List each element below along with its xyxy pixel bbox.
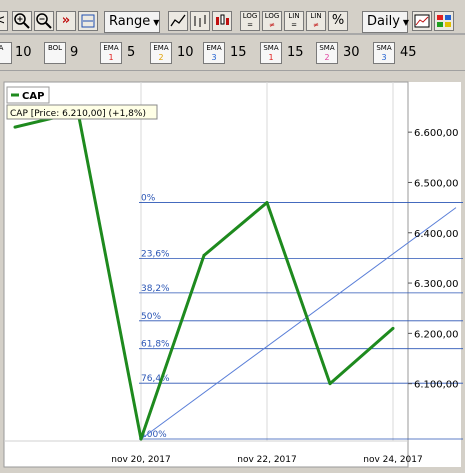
indicator-sub: 2 [158,53,164,62]
data-point [202,253,206,257]
indicator-name: SMA [319,44,335,52]
x-tick-label: nov 20, 2017 [111,455,170,465]
y-tick-label: 6.300,00 [414,279,459,290]
range-label: Range [109,14,151,29]
indicator-name: EMA [206,44,222,52]
indicator-sub: 1 [268,53,274,62]
y-tick-label: 6.200,00 [414,329,459,340]
indicator-icon-sma2[interactable]: SMA 2 [316,42,338,64]
equals-icon: = [247,21,253,29]
y-tick-label: 6.500,00 [414,178,459,189]
indicator-icon-a[interactable]: A [0,42,12,64]
data-point [13,125,17,129]
indicator-icon-bol[interactable]: BOL [44,42,66,64]
legend: CAP [6,86,50,104]
y-tick-label: 6.600,00 [414,128,459,139]
indicator-name: EMA [103,44,119,52]
indicator-icon-sma3[interactable]: SMA 3 [373,42,395,64]
indicator-name: EMA [153,44,169,52]
fib-level-label: 50% [141,312,161,322]
color-palette-icon[interactable] [434,11,454,31]
indicator-name: A [0,44,4,52]
percent-button[interactable]: % [328,11,348,31]
data-point [328,382,332,386]
period-label: Daily [367,14,400,29]
lin-label: LIN [288,12,300,20]
period-dropdown[interactable]: Daily ▼ [362,11,410,33]
y-axis-area [408,82,461,467]
tooltip-text: CAP [Price: 6.210,00] (+1,8%) [10,109,146,119]
chart-area[interactable]: 0% 23,6% 38,2% 50% 61,8% 76,4% 100% 6.100,00 6.… [2,80,463,469]
log-label: LOG [264,12,280,20]
indicator-name: SMA [263,44,279,52]
indicator-value[interactable]: 10 [177,42,194,64]
lin-scale-button[interactable]: LIN = [284,11,304,31]
indicator-sub: 2 [324,53,330,62]
chevron-down-icon: ▼ [153,18,160,27]
indicator-name: SMA [376,44,392,52]
line-chart-icon[interactable] [168,11,188,31]
equals-icon: = [291,21,297,29]
indicator-value[interactable]: 45 [400,42,417,64]
scroll-left-icon[interactable]: < [0,11,8,31]
indicator-sub: 3 [211,53,217,62]
indicator-icon-ema3[interactable]: EMA 3 [203,42,225,64]
fib-level-label: 23,6% [141,249,170,259]
log-scale-button[interactable]: LOG = [240,11,260,31]
indicator-sub: 3 [381,53,387,62]
indicator-value[interactable]: 10 [15,42,32,64]
indicator-icon-ema1[interactable]: EMA 1 [100,42,122,64]
legend-label: CAP [22,91,44,102]
indicator-icon-sma1[interactable]: SMA 1 [260,42,282,64]
log-label: LOG [242,12,258,20]
toolbar-separator [0,33,465,35]
y-tick-label: 6.100,00 [414,380,459,391]
not-equal-icon: ≠ [269,21,275,29]
fit-range-icon[interactable] [78,11,98,31]
candlestick-icon[interactable] [212,11,232,31]
data-point [391,326,395,330]
tooltip: CAP [Price: 6.210,00] (+1,8%) [6,104,158,120]
indicator-name: BOL [47,44,63,52]
indicator-toolbar: A 10 BOL 9 EMA 1 5 EMA 2 10 EMA 3 15 SMA 1 1… [0,38,465,68]
chart-settings-icon[interactable] [412,11,432,31]
fib-level-label: 38,2% [141,284,170,294]
zoom-in-icon[interactable] [12,11,32,31]
fib-level-label: 0% [141,194,156,204]
price-chart[interactable]: 0%23,6%38,2%50%61,8%76,4%100% 6.100,006.… [2,80,463,469]
indicator-value[interactable]: 15 [230,42,247,64]
fib-level-label: 61,8% [141,340,170,350]
fast-forward-icon[interactable]: » [56,11,76,31]
zoom-out-icon[interactable] [34,11,54,31]
y-tick-label: 6.400,00 [414,229,459,240]
indicator-value[interactable]: 30 [343,42,360,64]
data-point [139,437,143,441]
chevron-down-icon: ▼ [402,18,410,27]
indicator-sub: 1 [108,53,114,62]
log-not-equal-button[interactable]: LOG ≠ [262,11,282,31]
lin-not-equal-button[interactable]: LIN ≠ [306,11,326,31]
fib-level-label: 76,4% [141,374,170,384]
data-point [265,201,269,205]
plot-area [3,81,409,468]
x-tick-label: nov 22, 2017 [237,455,296,465]
x-tick-label: nov 24, 2017 [363,455,422,465]
range-dropdown[interactable]: Range ▼ [104,11,160,33]
bar-chart-icon[interactable] [190,11,210,31]
not-equal-icon: ≠ [313,21,319,29]
toolbar-separator [0,70,465,71]
indicator-icon-ema2[interactable]: EMA 2 [150,42,172,64]
percent-label: % [331,13,345,28]
indicator-value[interactable]: 9 [70,42,78,64]
indicator-value[interactable]: 15 [287,42,304,64]
indicator-value[interactable]: 5 [127,42,135,64]
lin-label: LIN [310,12,322,20]
